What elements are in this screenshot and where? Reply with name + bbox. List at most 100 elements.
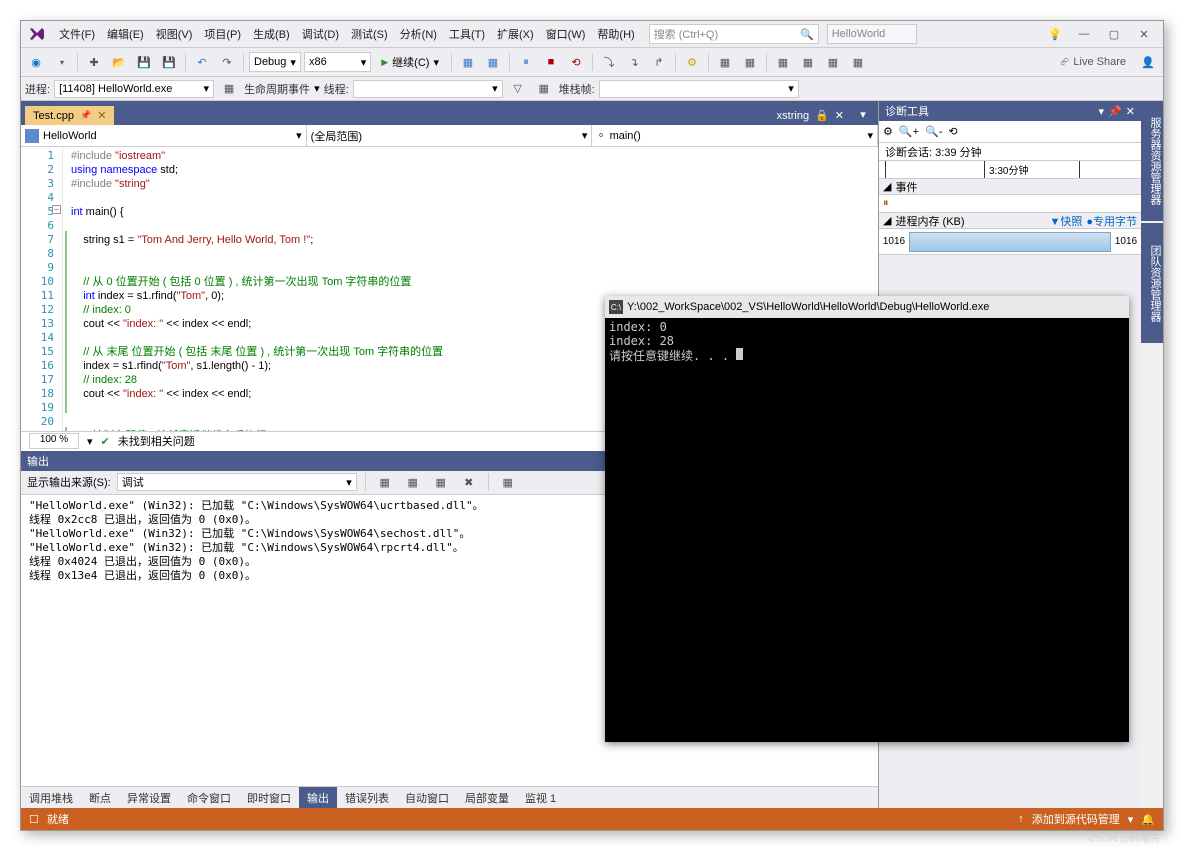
- bulb-icon[interactable]: 💡: [1041, 24, 1069, 44]
- out-tool-3[interactable]: ▦: [430, 471, 452, 493]
- stack-icon[interactable]: ▦: [533, 78, 555, 100]
- out-tool-4[interactable]: ✖: [458, 471, 480, 493]
- account-icon[interactable]: 👤: [1137, 51, 1159, 73]
- pause-icon[interactable]: ⏸: [515, 51, 537, 73]
- menu-项目(P)[interactable]: 项目(P): [198, 25, 247, 45]
- tab-overflow-icon[interactable]: ▾: [852, 103, 874, 125]
- menu-调试(D)[interactable]: 调试(D): [296, 25, 345, 45]
- maximize-button[interactable]: ▢: [1099, 24, 1129, 44]
- stack-label: 堆栈帧:: [559, 81, 595, 97]
- bottom-tab[interactable]: 输出: [299, 787, 337, 809]
- main-toolbar: ◉ ✚ 📂 💾 💾 ↶ ↷ Debug▾ x86▾ ▶继续(C)▾ ▦ ▦ ⏸ …: [21, 47, 1163, 77]
- filter-icon[interactable]: ▽: [507, 78, 529, 100]
- platform-dropdown[interactable]: x86▾: [304, 52, 371, 72]
- tool-icon-a[interactable]: ⚙: [681, 51, 703, 73]
- debug-icon-1[interactable]: ▦: [457, 51, 479, 73]
- open-icon[interactable]: 📂: [108, 51, 130, 73]
- stack-combo[interactable]: ▾: [599, 80, 799, 98]
- tool-icon-f[interactable]: ▦: [822, 51, 844, 73]
- menu-生成(B)[interactable]: 生成(B): [247, 25, 296, 45]
- diag-timeline[interactable]: 3:30分钟: [879, 161, 1141, 179]
- bottom-tab[interactable]: 即时窗口: [239, 787, 299, 809]
- zoom-out-icon[interactable]: 🔍-: [925, 125, 942, 138]
- bottom-tab[interactable]: 异常设置: [119, 787, 179, 809]
- redo-icon[interactable]: ↷: [216, 51, 238, 73]
- nav-scope2[interactable]: (全局范围)▾: [307, 125, 593, 146]
- nav-scope[interactable]: HelloWorld▾: [21, 125, 307, 146]
- close-icon[interactable]: ✕: [97, 109, 106, 122]
- menu-视图(V)[interactable]: 视图(V): [150, 25, 199, 45]
- menu-工具(T)[interactable]: 工具(T): [443, 25, 491, 45]
- nav-back-dropdown[interactable]: [50, 51, 72, 73]
- lifecycle-icon[interactable]: ▦: [218, 78, 240, 100]
- stop-icon[interactable]: ■: [540, 51, 562, 73]
- save-icon[interactable]: 💾: [133, 51, 155, 73]
- close-icon[interactable]: ✕: [835, 109, 844, 122]
- search-input[interactable]: 搜索 (Ctrl+Q)🔍: [649, 24, 819, 44]
- nav-back-icon[interactable]: ◉: [25, 51, 47, 73]
- menu-文件(F)[interactable]: 文件(F): [53, 25, 101, 45]
- menu-帮助(H)[interactable]: 帮助(H): [591, 25, 640, 45]
- debug-icon-2[interactable]: ▦: [482, 51, 504, 73]
- bottom-tab[interactable]: 错误列表: [337, 787, 397, 809]
- restart-icon[interactable]: ⟲: [565, 51, 587, 73]
- menu-测试(S)[interactable]: 测试(S): [345, 25, 394, 45]
- events-header[interactable]: ◢事件: [879, 179, 1141, 195]
- menu-编辑(E)[interactable]: 编辑(E): [101, 25, 150, 45]
- step-into-icon[interactable]: ↴: [623, 51, 645, 73]
- step-over-icon[interactable]: ⤵: [598, 51, 620, 73]
- bottom-tab[interactable]: 断点: [81, 787, 119, 809]
- zoom-combo[interactable]: 100 %: [29, 433, 79, 449]
- tool-icon-b[interactable]: ▦: [714, 51, 736, 73]
- out-tool-5[interactable]: ▦: [497, 471, 519, 493]
- zoom-in-icon[interactable]: 🔍+: [899, 125, 919, 138]
- nav-func[interactable]: ⚬main()▾: [592, 125, 878, 146]
- menu-扩展(X)[interactable]: 扩展(X): [491, 25, 540, 45]
- source-control-button[interactable]: 添加到源代码管理: [1032, 811, 1120, 827]
- config-dropdown[interactable]: Debug▾: [249, 52, 301, 72]
- menu-分析(N)[interactable]: 分析(N): [394, 25, 443, 45]
- solution-name[interactable]: HelloWorld: [827, 24, 917, 44]
- bottom-tab[interactable]: 调用堆栈: [21, 787, 81, 809]
- undo-icon[interactable]: ↶: [191, 51, 213, 73]
- step-out-icon[interactable]: ↱: [648, 51, 670, 73]
- gear-icon[interactable]: ⚙: [883, 125, 893, 138]
- out-tool-1[interactable]: ▦: [374, 471, 396, 493]
- menu-窗口(W)[interactable]: 窗口(W): [540, 25, 592, 45]
- pin-icon[interactable]: 📌: [80, 110, 91, 121]
- tool-icon-c[interactable]: ▦: [739, 51, 761, 73]
- bottom-tab[interactable]: 局部变量: [457, 787, 517, 809]
- tab-xstring[interactable]: xstring 🔒 ✕: [769, 106, 852, 125]
- thread-combo[interactable]: ▾: [353, 80, 503, 98]
- bell-icon[interactable]: 🔔: [1141, 813, 1155, 826]
- console-window[interactable]: C:\ Y:\002_WorkSpace\002_VS\HelloWorld\H…: [605, 296, 1129, 742]
- check-icon: ✔: [101, 435, 110, 448]
- live-share-button[interactable]: ⮳Live Share: [1053, 56, 1134, 69]
- reset-icon[interactable]: ⟲: [948, 125, 957, 138]
- process-combo[interactable]: [11408] HelloWorld.exe▾: [54, 80, 214, 98]
- close-icon[interactable]: ✕: [1126, 105, 1135, 118]
- output-source-combo[interactable]: 调试▾: [117, 473, 357, 491]
- pin-icon[interactable]: 📌: [1108, 105, 1122, 118]
- tool-icon-d[interactable]: ▦: [772, 51, 794, 73]
- tool-icon-g[interactable]: ▦: [847, 51, 869, 73]
- out-tool-2[interactable]: ▦: [402, 471, 424, 493]
- vs-logo: [25, 22, 49, 46]
- bottom-tab[interactable]: 监视 1: [517, 787, 564, 809]
- tab-test-cpp[interactable]: Test.cpp 📌 ✕: [25, 106, 114, 125]
- tool-icon-e[interactable]: ▦: [797, 51, 819, 73]
- side-panel-server[interactable]: 服务器资源管理器: [1141, 101, 1163, 221]
- side-panel-team[interactable]: 团队资源管理器: [1141, 223, 1163, 343]
- bottom-tab[interactable]: 命令窗口: [179, 787, 239, 809]
- minimize-button[interactable]: —: [1069, 24, 1099, 44]
- fold-icon[interactable]: −: [52, 205, 61, 214]
- no-issues-label: 未找到相关问题: [118, 433, 195, 449]
- new-icon[interactable]: ✚: [83, 51, 105, 73]
- bottom-tab[interactable]: 自动窗口: [397, 787, 457, 809]
- continue-button[interactable]: ▶继续(C)▾: [374, 51, 446, 73]
- memory-header[interactable]: ◢进程内存 (KB) ▼快照 ●专用字节: [879, 213, 1141, 229]
- dropdown-icon[interactable]: ▾: [1099, 105, 1105, 118]
- console-title-bar[interactable]: C:\ Y:\002_WorkSpace\002_VS\HelloWorld\H…: [605, 296, 1129, 318]
- close-button[interactable]: ✕: [1129, 24, 1159, 44]
- save-all-icon[interactable]: 💾: [158, 51, 180, 73]
